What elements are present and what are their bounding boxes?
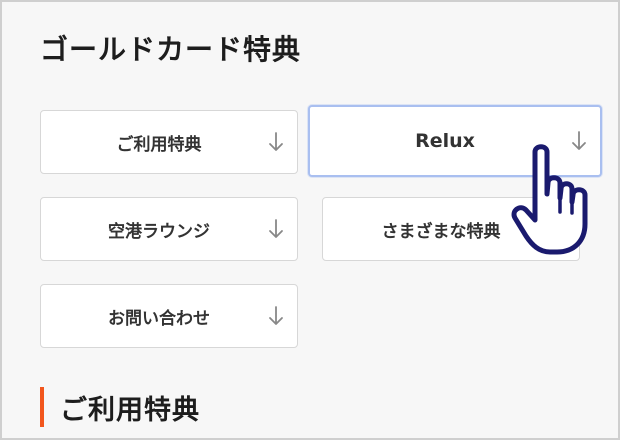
page-frame: ゴールドカード特典 ご利用特典 Relux 空港ラウンジ さまざまな特典 お問い… <box>0 0 620 440</box>
anchor-button-label: お問い合わせ <box>108 308 210 329</box>
anchor-button-contact[interactable]: お問い合わせ <box>40 284 298 348</box>
anchor-button-benefits[interactable]: ご利用特典 <box>40 110 298 174</box>
anchor-button-label: Relux <box>415 130 475 152</box>
anchor-button-airport-lounge[interactable]: 空港ラウンジ <box>40 197 298 261</box>
anchor-button-label: さまざまな特典 <box>381 221 501 242</box>
section-heading: ご利用特典 <box>40 386 200 428</box>
arrow-down-icon <box>269 306 283 325</box>
page-title: ゴールドカード特典 <box>40 33 302 66</box>
section-heading-text: ご利用特典 <box>60 394 200 426</box>
anchor-button-label: ご利用特典 <box>116 134 202 155</box>
anchor-button-label: 空港ラウンジ <box>108 221 210 242</box>
arrow-down-icon <box>269 132 283 151</box>
section-accent-bar <box>40 387 44 427</box>
pointing-hand-cursor-icon <box>511 144 588 255</box>
arrow-down-icon <box>269 219 283 238</box>
